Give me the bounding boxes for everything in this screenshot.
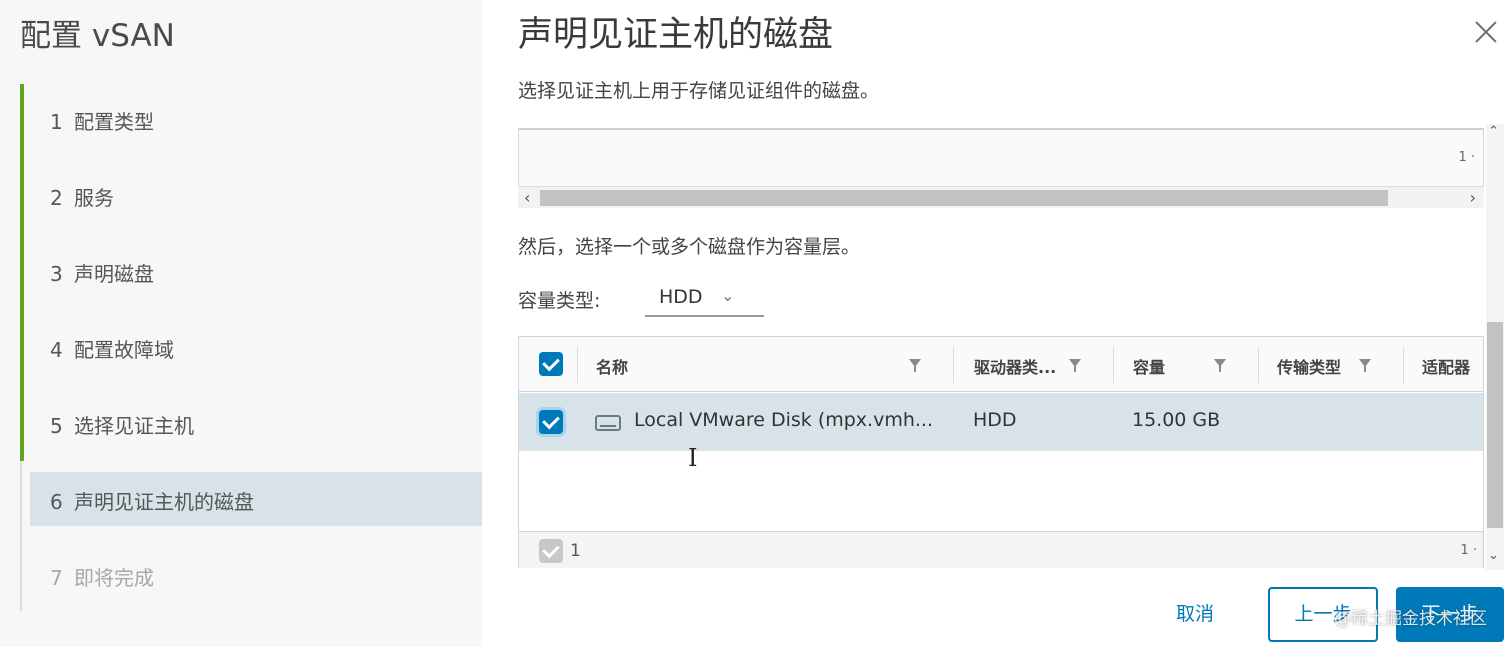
filter-icon[interactable] [1214,359,1226,372]
watermark: @稀土掘金技术社区 [1334,609,1487,629]
wizard-sidebar: 配置 vSAN 1 配置类型 2 服务 3 声明磁盘 4 配置故障域 5 选择见证主机 6… [0,0,482,647]
table-row[interactable]: Local VMware Disk (mpx.vmh... HDD 15.00 … [519,393,1483,451]
filter-icon[interactable] [1069,359,1081,372]
column-separator [1258,347,1259,383]
grid-header: 名称 驱动器类... 容量 传输类型 适配器 [519,337,1483,392]
step-select-witness-host[interactable]: 5 选择见证主机 [50,410,194,439]
progress-line-remaining [20,461,22,611]
scroll-up-icon[interactable]: ⌃ [1488,124,1499,139]
disk-drive-type: HDD [973,409,1017,431]
disk-capacity: 15.00 GB [1132,409,1221,431]
horizontal-scrollbar[interactable]: ‹ › [518,186,1484,208]
step-label: 配置故障域 [74,338,174,362]
step-number: 4 [50,338,63,362]
vertical-scrollbar-thumb[interactable] [1487,322,1503,528]
dialog-title: 声明见证主机的磁盘 [518,15,834,55]
selected-count: 1 [570,541,581,561]
text-cursor-icon: I [688,444,698,472]
scroll-left-icon[interactable]: ‹ [524,188,530,207]
filter-icon[interactable] [1359,359,1371,372]
progress-line [20,84,24,461]
capacity-type-select[interactable]: HDD ⌄ [645,280,764,317]
column-separator [1403,347,1404,383]
scrollbar-thumb[interactable] [540,190,1388,206]
step-label: 配置类型 [74,110,154,134]
step-fault-domains[interactable]: 4 配置故障域 [50,334,174,363]
step-number: 6 [50,490,63,514]
select-all-checkbox[interactable] [539,352,563,376]
step-number: 5 [50,414,63,438]
column-header-adapter[interactable]: 适配器 [1422,354,1470,378]
filter-icon[interactable] [909,359,921,372]
scroll-right-icon[interactable]: › [1470,188,1476,207]
step-number: 2 [50,186,63,210]
cancel-button[interactable]: 取消 [1150,588,1240,640]
capacity-type-label: 容量类型: [518,290,601,312]
step-label: 声明磁盘 [74,262,154,286]
step-config-type[interactable]: 1 配置类型 [50,106,154,135]
step-number: 7 [50,566,63,590]
capacity-instruction: 然后，选择一个或多个磁盘作为容量层。 [518,236,861,258]
disk-name: Local VMware Disk (mpx.vmh... [634,409,934,431]
capacity-disk-grid: 名称 驱动器类... 容量 传输类型 适配器 Local VMware Disk… [518,336,1484,568]
step-ready-to-complete: 7 即将完成 [50,562,154,591]
step-label: 服务 [74,186,114,210]
scroll-down-icon[interactable]: ⌄ [1488,548,1499,563]
chevron-down-icon: ⌄ [721,286,735,305]
column-separator [1113,347,1114,383]
cache-grid-count: 1 · [1458,150,1475,165]
total-count: 1 · [1460,543,1477,558]
dialog-description: 选择见证主机上用于存储见证组件的磁盘。 [518,80,880,102]
selected-count-icon [539,539,563,563]
column-header-drive-type[interactable]: 驱动器类... [974,354,1056,378]
disk-icon [595,415,621,431]
step-number: 1 [50,110,63,134]
step-claim-disks[interactable]: 3 声明磁盘 [50,258,154,287]
step-number: 3 [50,262,63,286]
step-label: 选择见证主机 [74,414,194,438]
column-separator [953,347,954,383]
step-services[interactable]: 2 服务 [50,182,114,211]
column-header-capacity[interactable]: 容量 [1133,354,1165,378]
column-separator [577,347,578,383]
column-header-name[interactable]: 名称 [596,354,628,378]
grid-footer: 1 1 · [519,531,1483,568]
row-checkbox[interactable] [539,410,563,434]
step-claim-witness-disks[interactable]: 6 声明见证主机的磁盘 [50,486,254,515]
step-label: 即将完成 [74,566,154,590]
close-icon[interactable] [1472,18,1500,46]
capacity-type-value: HDD [659,286,703,308]
wizard-title: 配置 vSAN [20,18,175,54]
column-header-transport[interactable]: 传输类型 [1277,354,1341,378]
step-label: 声明见证主机的磁盘 [74,490,254,514]
